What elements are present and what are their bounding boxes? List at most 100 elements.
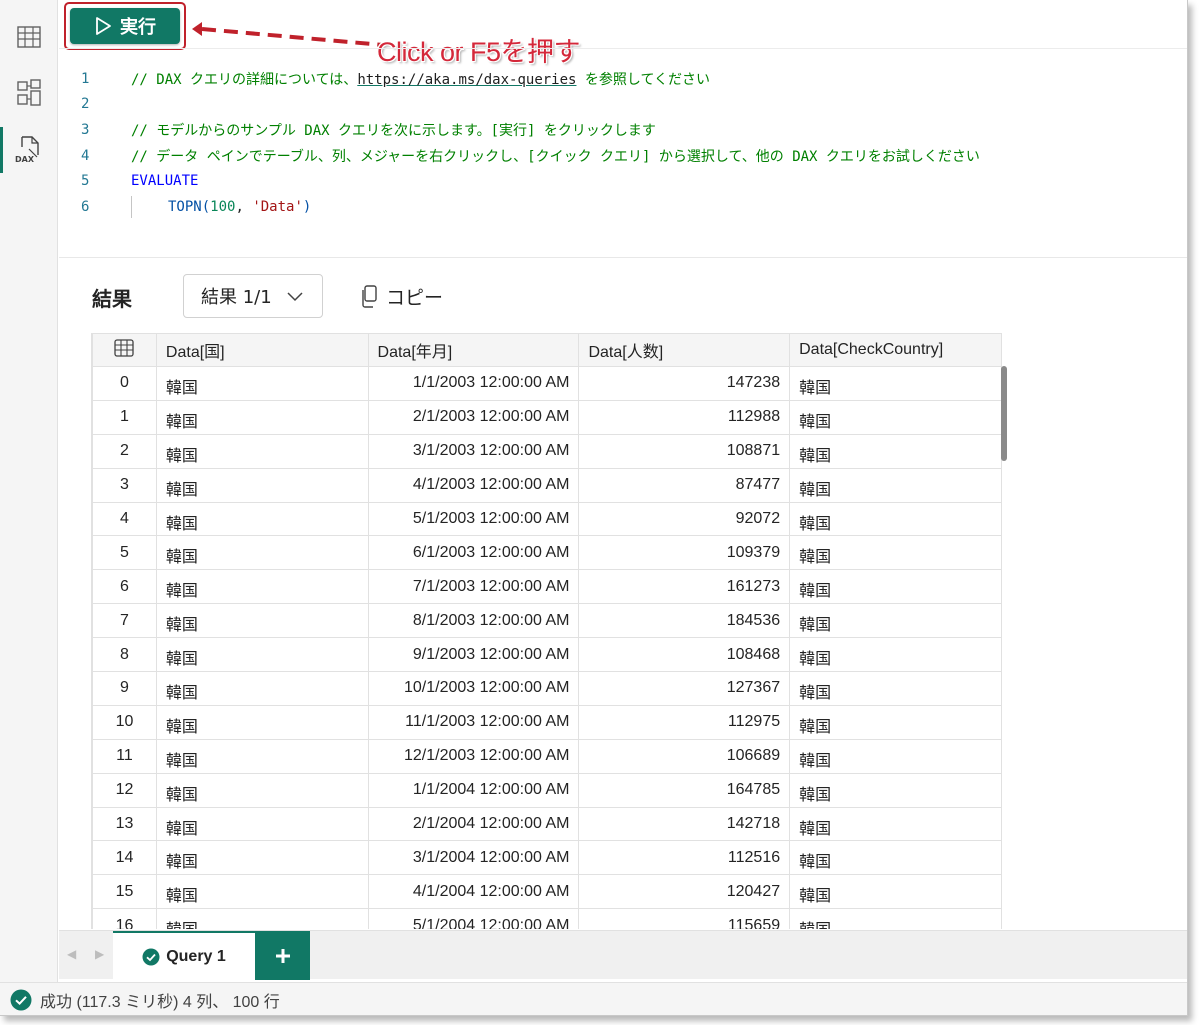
cell-check-country[interactable]: 韓国: [789, 603, 1002, 639]
rail-item-table-view[interactable]: [0, 12, 58, 62]
cell-country[interactable]: 韓国: [155, 704, 369, 740]
cell-count[interactable]: 92072: [578, 501, 791, 537]
cell-count[interactable]: 112975: [578, 704, 791, 740]
dax-editor[interactable]: 1 // DAX クエリの詳細については、https://aka.ms/dax-…: [59, 66, 1187, 220]
cell-country[interactable]: 韓国: [155, 874, 369, 910]
results-selector[interactable]: 結果 1/1: [183, 274, 323, 318]
cell-country[interactable]: 韓国: [155, 671, 369, 706]
cell-check-country[interactable]: 韓国: [789, 772, 1002, 808]
cell-country[interactable]: 韓国: [155, 637, 369, 673]
cell-country[interactable]: 韓国: [155, 366, 369, 401]
cell-check-country[interactable]: 韓国: [789, 366, 1002, 401]
cell-count[interactable]: 164785: [578, 772, 791, 808]
cell-date[interactable]: 11/1/2003 12:00:00 AM: [367, 704, 580, 740]
chevron-left-icon[interactable]: ◀: [67, 947, 76, 961]
cell-count[interactable]: 142718: [578, 806, 791, 842]
row-index[interactable]: 14: [92, 840, 157, 876]
cell-count[interactable]: 115659: [578, 908, 791, 929]
cell-check-country[interactable]: 韓国: [789, 704, 1002, 740]
cell-country[interactable]: 韓国: [155, 806, 369, 842]
cell-count[interactable]: 120427: [578, 874, 791, 910]
row-index[interactable]: 6: [92, 569, 157, 605]
cell-count[interactable]: 184536: [578, 603, 791, 639]
row-index[interactable]: 8: [92, 637, 157, 673]
cell-check-country[interactable]: 韓国: [789, 501, 1002, 537]
cell-date[interactable]: 3/1/2003 12:00:00 AM: [367, 433, 580, 469]
results-scrollbar[interactable]: [1001, 366, 1007, 461]
chevron-right-icon[interactable]: ▶: [95, 947, 104, 961]
cell-country[interactable]: 韓国: [155, 603, 369, 639]
cell-count[interactable]: 147238: [578, 366, 791, 401]
cell-country[interactable]: 韓国: [155, 840, 369, 876]
row-index[interactable]: 5: [92, 535, 157, 571]
cell-check-country[interactable]: 韓国: [789, 840, 1002, 876]
row-index[interactable]: 7: [92, 603, 157, 639]
select-all-cell[interactable]: [92, 333, 157, 367]
row-index[interactable]: 13: [92, 806, 157, 842]
add-query-button[interactable]: [255, 931, 310, 980]
dax-queries-link[interactable]: https://aka.ms/dax-queries: [357, 72, 576, 88]
cell-date[interactable]: 5/1/2003 12:00:00 AM: [367, 501, 580, 537]
row-index[interactable]: 16: [92, 908, 157, 929]
cell-country[interactable]: 韓国: [155, 772, 369, 808]
cell-date[interactable]: 12/1/2003 12:00:00 AM: [367, 738, 580, 774]
cell-check-country[interactable]: 韓国: [789, 908, 1002, 929]
row-index[interactable]: 1: [92, 399, 157, 435]
cell-date[interactable]: 5/1/2004 12:00:00 AM: [367, 908, 580, 929]
cell-date[interactable]: 3/1/2004 12:00:00 AM: [367, 840, 580, 876]
cell-check-country[interactable]: 韓国: [789, 874, 1002, 910]
column-header[interactable]: Data[年月]: [367, 333, 580, 367]
cell-check-country[interactable]: 韓国: [789, 467, 1002, 503]
row-index[interactable]: 0: [92, 366, 157, 401]
cell-country[interactable]: 韓国: [155, 908, 369, 929]
cell-count[interactable]: 108468: [578, 637, 791, 673]
cell-check-country[interactable]: 韓国: [789, 569, 1002, 605]
column-header[interactable]: Data[人数]: [578, 333, 791, 367]
cell-count[interactable]: 112516: [578, 840, 791, 876]
row-index[interactable]: 9: [92, 671, 157, 706]
row-index[interactable]: 3: [92, 467, 157, 503]
cell-date[interactable]: 8/1/2003 12:00:00 AM: [367, 603, 580, 639]
cell-country[interactable]: 韓国: [155, 433, 369, 469]
run-button[interactable]: 実行: [70, 8, 180, 44]
cell-check-country[interactable]: 韓国: [789, 399, 1002, 435]
cell-count[interactable]: 87477: [578, 467, 791, 503]
cell-date[interactable]: 9/1/2003 12:00:00 AM: [367, 637, 580, 673]
row-index[interactable]: 2: [92, 433, 157, 469]
cell-date[interactable]: 2/1/2004 12:00:00 AM: [367, 806, 580, 842]
cell-check-country[interactable]: 韓国: [789, 738, 1002, 774]
cell-check-country[interactable]: 韓国: [789, 433, 1002, 469]
cell-date[interactable]: 7/1/2003 12:00:00 AM: [367, 569, 580, 605]
cell-count[interactable]: 161273: [578, 569, 791, 605]
cell-check-country[interactable]: 韓国: [789, 535, 1002, 571]
cell-country[interactable]: 韓国: [155, 569, 369, 605]
rail-item-model-view[interactable]: [0, 68, 58, 118]
cell-country[interactable]: 韓国: [155, 535, 369, 571]
column-header[interactable]: Data[CheckCountry]: [789, 333, 1002, 367]
row-index[interactable]: 12: [92, 772, 157, 808]
cell-count[interactable]: 112988: [578, 399, 791, 435]
cell-date[interactable]: 6/1/2003 12:00:00 AM: [367, 535, 580, 571]
copy-button[interactable]: コピー: [360, 283, 443, 310]
rail-item-dax-query-view[interactable]: DAX: [0, 125, 58, 175]
cell-count[interactable]: 108871: [578, 433, 791, 469]
cell-country[interactable]: 韓国: [155, 467, 369, 503]
cell-country[interactable]: 韓国: [155, 501, 369, 537]
cell-date[interactable]: 2/1/2003 12:00:00 AM: [367, 399, 580, 435]
row-index[interactable]: 10: [92, 704, 157, 740]
cell-check-country[interactable]: 韓国: [789, 637, 1002, 673]
cell-count[interactable]: 109379: [578, 535, 791, 571]
cell-date[interactable]: 1/1/2003 12:00:00 AM: [367, 366, 580, 401]
cell-count[interactable]: 106689: [578, 738, 791, 774]
cell-count[interactable]: 127367: [578, 671, 791, 706]
cell-country[interactable]: 韓国: [155, 399, 369, 435]
cell-date[interactable]: 4/1/2003 12:00:00 AM: [367, 467, 580, 503]
row-index[interactable]: 11: [92, 738, 157, 774]
tab-query-1[interactable]: Query 1: [113, 931, 255, 980]
cell-date[interactable]: 1/1/2004 12:00:00 AM: [367, 772, 580, 808]
cell-check-country[interactable]: 韓国: [789, 671, 1002, 706]
cell-check-country[interactable]: 韓国: [789, 806, 1002, 842]
row-index[interactable]: 4: [92, 501, 157, 537]
cell-country[interactable]: 韓国: [155, 738, 369, 774]
cell-date[interactable]: 10/1/2003 12:00:00 AM: [367, 671, 580, 706]
